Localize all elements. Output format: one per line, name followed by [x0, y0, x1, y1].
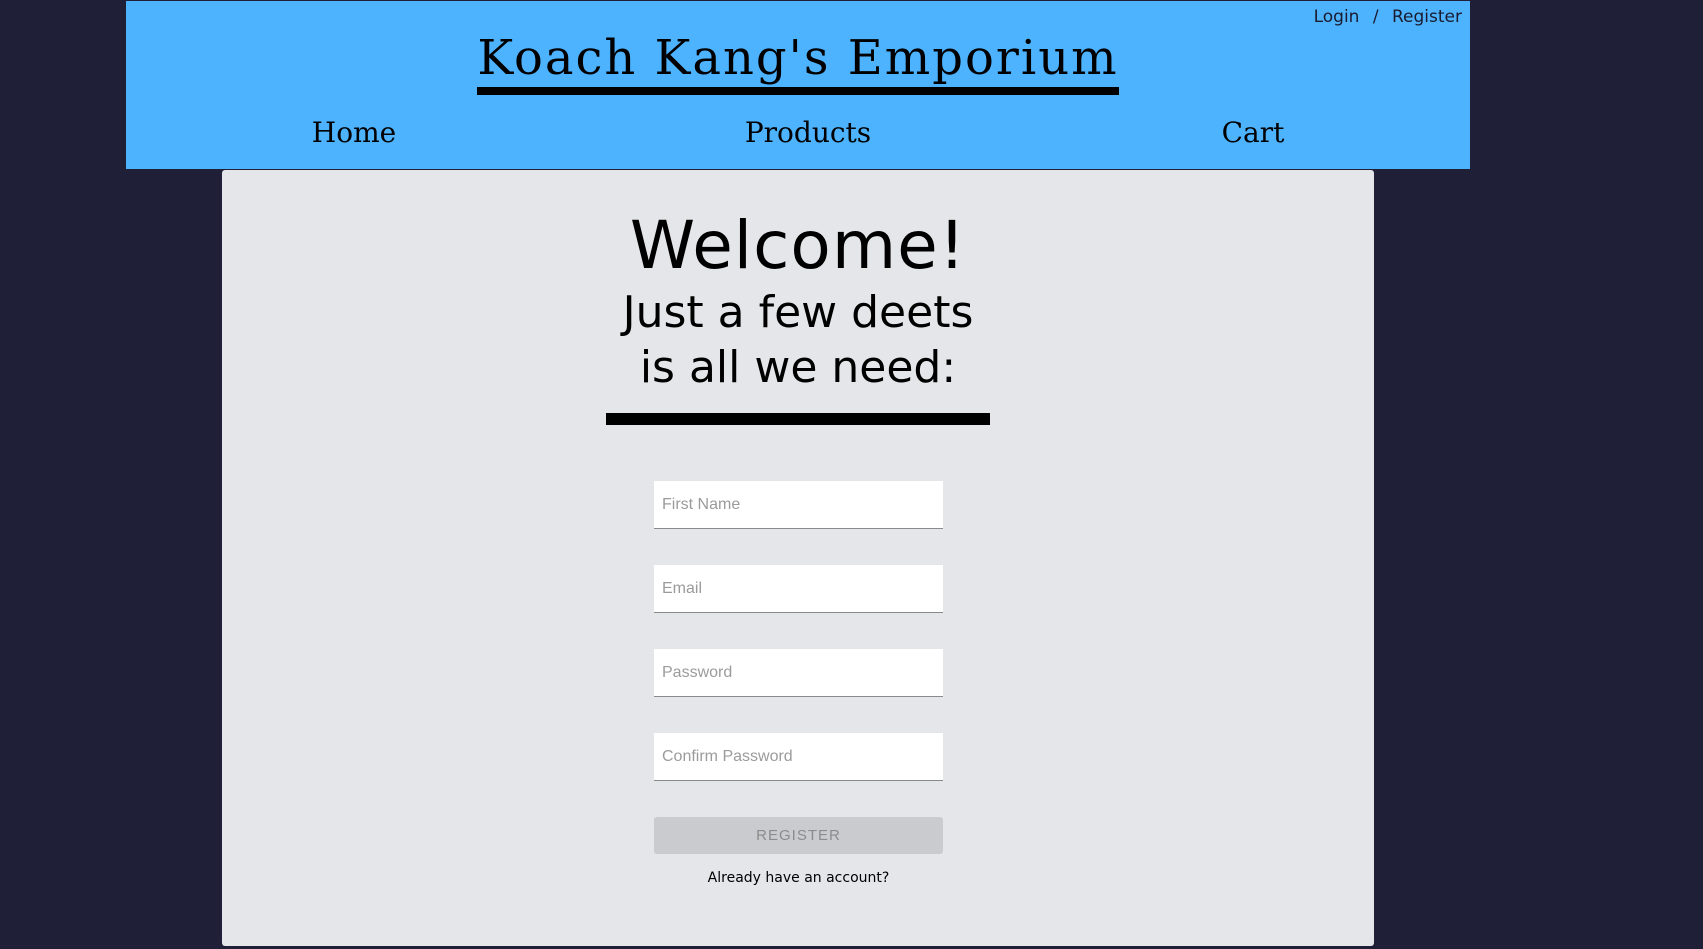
welcome-subtitle-line2: is all we need:	[639, 342, 957, 393]
register-button[interactable]: REGISTER	[654, 817, 943, 854]
site-header: Login / Register Koach Kang's Emporium H…	[126, 1, 1470, 169]
welcome-divider	[606, 413, 990, 425]
login-link[interactable]: Login	[1314, 7, 1360, 27]
welcome-subtitle-line1: Just a few deets	[622, 287, 974, 338]
nav-products[interactable]: Products	[745, 116, 871, 149]
welcome-title: Welcome!	[629, 207, 967, 284]
confirm-password-input[interactable]	[654, 733, 943, 781]
register-link[interactable]: Register	[1392, 7, 1462, 27]
auth-links: Login / Register	[1314, 7, 1462, 27]
password-input[interactable]	[654, 649, 943, 697]
already-have-account-link[interactable]: Already have an account?	[654, 870, 943, 886]
nav-cart[interactable]: Cart	[1222, 116, 1285, 149]
register-panel: Welcome! Just a few deets is all we need…	[222, 170, 1374, 946]
site-title[interactable]: Koach Kang's Emporium	[477, 29, 1119, 95]
nav-home[interactable]: Home	[312, 116, 396, 149]
site-title-wrap: Koach Kang's Emporium	[126, 29, 1470, 95]
main-nav: Home Products Cart	[126, 116, 1470, 156]
auth-separator: /	[1372, 7, 1379, 27]
first-name-input[interactable]	[654, 481, 943, 529]
welcome-block: Welcome! Just a few deets is all we need…	[222, 206, 1374, 396]
email-input[interactable]	[654, 565, 943, 613]
register-form: REGISTER Already have an account?	[654, 481, 943, 886]
